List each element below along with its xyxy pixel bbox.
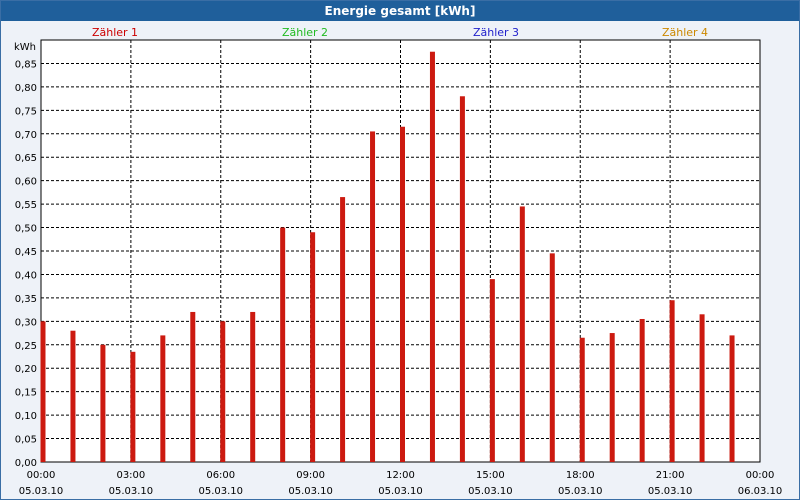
y-tick-label: 0,30 [15, 317, 37, 328]
x-tick-time: 21:00 [656, 470, 685, 481]
bar [160, 335, 166, 462]
y-tick-label: 0,35 [15, 294, 37, 305]
x-tick-time: 03:00 [116, 470, 145, 481]
chart-svg: 0,00 0,05 0,10 0,15 0,20 0,25 0,30 0,35 0,40 0,45… [14, 26, 783, 497]
y-tick-label: 0,85 [15, 59, 37, 70]
y-tick-label: 0,55 [15, 200, 37, 211]
x-tick-date: 05.03.10 [558, 486, 603, 497]
y-tick-label: 0,50 [15, 224, 37, 235]
y-tick-label: 0,65 [15, 153, 37, 164]
y-axis-label: kWh [14, 42, 36, 53]
y-tick-label: 0,15 [15, 388, 37, 399]
x-tick-date: 05.03.10 [288, 486, 333, 497]
bar [699, 314, 705, 462]
bar [519, 206, 525, 462]
y-tick-label: 0,25 [15, 341, 37, 352]
bar [190, 311, 196, 462]
legend-item: Zähler 4 [662, 26, 708, 39]
bar [220, 321, 226, 462]
bar [729, 335, 735, 462]
y-tick-label: 0,20 [15, 364, 37, 375]
y-tick-label: 0,00 [15, 458, 37, 469]
legend: Zähler 1 Zähler 2 Zähler 3 Zähler 4 [92, 26, 708, 39]
bar [250, 311, 256, 462]
bar [370, 131, 376, 462]
bar [70, 330, 76, 462]
x-tick-time: 06:00 [206, 470, 235, 481]
bar [40, 321, 46, 462]
y-tick-label: 0,45 [15, 247, 37, 258]
bar [130, 351, 136, 462]
bar [280, 227, 286, 462]
y-tick-labels: 0,00 0,05 0,10 0,15 0,20 0,25 0,30 0,35 0,40 0,45… [15, 59, 37, 469]
bar [489, 279, 495, 462]
x-tick-date: 05.03.10 [198, 486, 243, 497]
bar [609, 333, 615, 462]
x-tick-time: 15:00 [476, 470, 505, 481]
y-tick-label: 0,10 [15, 411, 37, 422]
y-tick-label: 0,40 [15, 270, 37, 281]
x-tick-date: 05.03.10 [378, 486, 423, 497]
legend-item: Zähler 1 [92, 26, 138, 39]
x-tick-labels: 00:00 05.03.10 03:00 05.03.10 06:00 05.03.10 0… [19, 470, 783, 497]
x-tick-time: 00:00 [27, 470, 56, 481]
bar [100, 344, 106, 462]
y-tick-label: 0,60 [15, 177, 37, 188]
legend-item: Zähler 2 [282, 26, 328, 39]
x-tick-date: 05.03.10 [109, 486, 154, 497]
y-tick-label: 0,75 [15, 106, 37, 117]
x-tick-date: 06.03.10 [738, 486, 783, 497]
bar [310, 232, 316, 462]
bar [340, 197, 346, 463]
x-tick-date: 05.03.10 [468, 486, 513, 497]
x-tick-time: 18:00 [566, 470, 595, 481]
x-tick-date: 05.03.10 [19, 486, 64, 497]
x-tick-time: 09:00 [296, 470, 325, 481]
y-tick-label: 0,80 [15, 83, 37, 94]
bar [399, 126, 405, 462]
x-tick-time: 00:00 [746, 470, 775, 481]
bar [549, 253, 555, 462]
legend-item: Zähler 3 [473, 26, 519, 39]
y-tick-label: 0,05 [15, 435, 37, 446]
bar [459, 96, 465, 463]
bar [639, 318, 645, 462]
bar [669, 300, 675, 462]
x-tick-date: 05.03.10 [648, 486, 693, 497]
bar [579, 337, 585, 462]
x-tick-time: 12:00 [386, 470, 415, 481]
bar [429, 51, 435, 462]
y-tick-label: 0,70 [15, 130, 37, 141]
